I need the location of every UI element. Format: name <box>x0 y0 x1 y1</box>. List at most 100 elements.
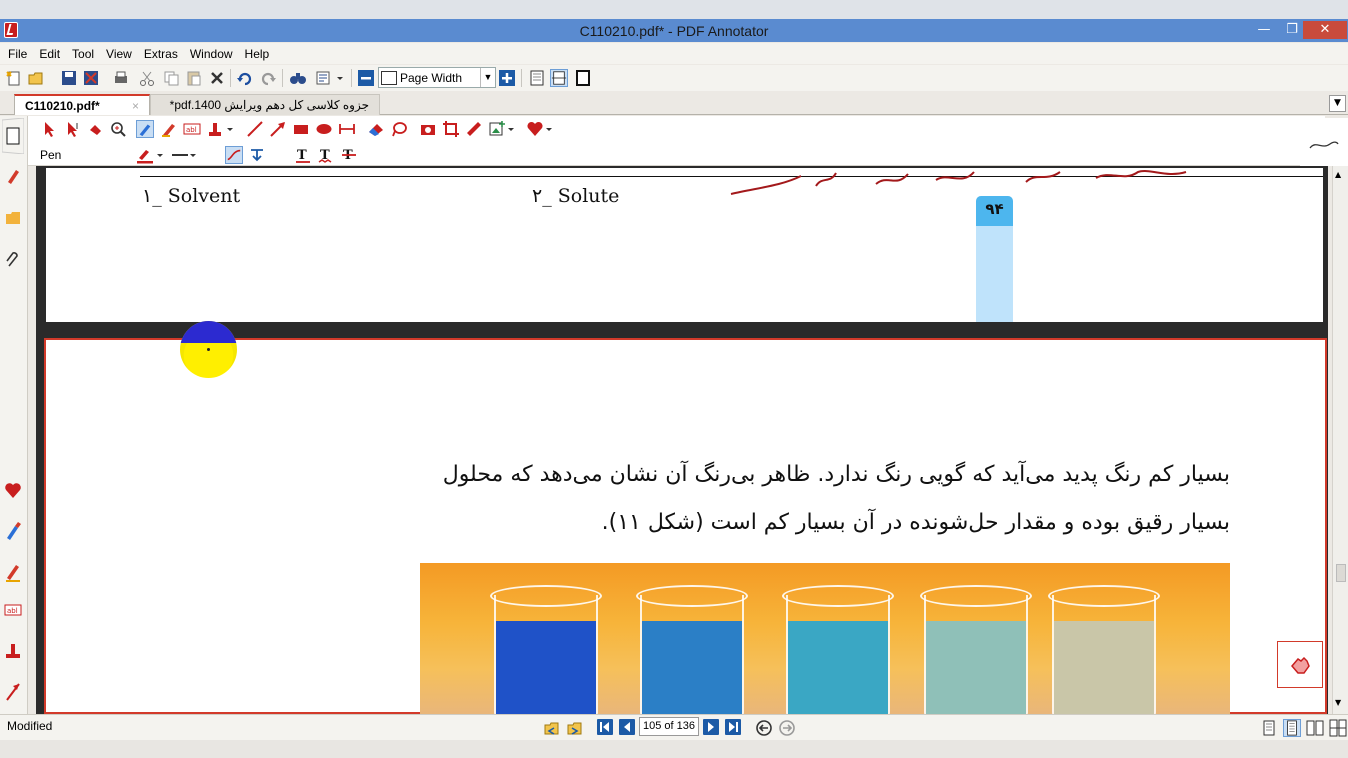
stamp-tool-icon[interactable] <box>206 120 224 138</box>
hand-tool-icon[interactable] <box>86 120 104 138</box>
ruler-tool-icon[interactable] <box>465 120 483 138</box>
menu-tool[interactable]: Tool <box>72 47 94 61</box>
menu-view[interactable]: View <box>106 47 132 61</box>
pen-tool-icon[interactable] <box>136 120 154 138</box>
facing-layout-icon[interactable] <box>1306 719 1324 737</box>
tab-list-dropdown[interactable]: ▼ <box>1329 95 1346 112</box>
forward-icon[interactable] <box>778 719 796 737</box>
stamp-dropdown-arrow-icon[interactable] <box>225 120 235 138</box>
scrollbar-thumb[interactable] <box>1336 564 1346 582</box>
maximize-button[interactable]: ❐ <box>1279 21 1305 39</box>
zoom-in-icon[interactable] <box>498 69 516 87</box>
layout-dropdown-arrow-icon[interactable] <box>335 69 345 87</box>
svg-text:abl: abl <box>7 607 18 615</box>
redo-icon[interactable] <box>259 69 277 87</box>
snapshot-camera-icon[interactable] <box>419 120 437 138</box>
pen-icon[interactable] <box>2 552 24 588</box>
zoom-select[interactable]: Page Width ▼ <box>378 67 496 88</box>
page-layout-icon[interactable] <box>314 69 332 87</box>
delete-icon[interactable] <box>208 69 226 87</box>
rectangle-tool-icon[interactable] <box>292 120 310 138</box>
image-dropdown-arrow-icon[interactable] <box>506 120 516 138</box>
line-width-icon[interactable] <box>171 146 189 164</box>
scroll-up-arrow-icon[interactable]: ▲ <box>1335 170 1341 179</box>
beaker-2 <box>636 585 748 714</box>
width-dropdown-arrow-icon[interactable] <box>188 146 198 164</box>
minimize-button[interactable]: — <box>1251 21 1277 39</box>
scroll-down-arrow-icon[interactable]: ▼ <box>1335 698 1341 707</box>
hand-tool-button[interactable] <box>1277 641 1323 688</box>
single-page-view-icon[interactable] <box>528 69 546 87</box>
favorite-heart-icon[interactable] <box>526 120 544 138</box>
attachment-clip-icon[interactable] <box>2 242 24 278</box>
vertical-scrollbar[interactable]: ▲ ▼ <box>1332 166 1348 714</box>
arrow-annotation-icon[interactable] <box>2 672 24 708</box>
bookmark-pen-icon[interactable] <box>2 158 24 194</box>
lasso-tool-icon[interactable] <box>390 120 408 138</box>
text-box-tool-icon[interactable]: abl <box>183 120 201 138</box>
menu-extras[interactable]: Extras <box>144 47 178 61</box>
zoom-tool-icon[interactable] <box>109 120 127 138</box>
print-icon[interactable] <box>112 69 130 87</box>
save-icon[interactable] <box>60 69 78 87</box>
menu-edit[interactable]: Edit <box>39 47 60 61</box>
continuous-layout-icon[interactable] <box>1283 719 1301 737</box>
save-all-icon[interactable] <box>82 69 100 87</box>
page-thumbnail-icon[interactable] <box>2 118 24 154</box>
highlighter-icon[interactable] <box>2 512 24 548</box>
undo-icon[interactable] <box>236 69 254 87</box>
last-page-icon[interactable] <box>725 719 741 735</box>
cut-icon[interactable] <box>138 69 156 87</box>
pressure-stroke-icon[interactable] <box>248 146 266 164</box>
pen-color-icon[interactable] <box>136 146 154 164</box>
text-underline-icon[interactable]: T <box>294 146 312 164</box>
fit-width-view-icon[interactable] <box>550 69 568 87</box>
annotation-toolbar: abl T T T <box>28 116 1325 166</box>
close-button[interactable]: ✕ <box>1303 21 1347 39</box>
favorites-heart-icon[interactable] <box>2 472 24 508</box>
highlighter-tool-icon[interactable] <box>160 120 178 138</box>
eraser-tool-icon[interactable] <box>367 120 385 138</box>
menu-file[interactable]: File <box>8 47 27 61</box>
zoom-out-icon[interactable] <box>357 69 375 87</box>
color-dropdown-arrow-icon[interactable] <box>155 146 165 164</box>
next-document-icon[interactable] <box>566 719 584 737</box>
insert-image-icon[interactable] <box>488 120 506 138</box>
folder-icon[interactable] <box>2 200 24 236</box>
previous-document-icon[interactable] <box>543 719 561 737</box>
text-squiggly-icon[interactable]: T <box>317 146 335 164</box>
main-toolbar <box>0 65 1348 91</box>
tab-c110210[interactable]: C110210.pdf* × <box>14 94 150 115</box>
stamp-icon[interactable] <box>2 632 24 668</box>
arrow-tool-icon[interactable] <box>269 120 287 138</box>
menu-window[interactable]: Window <box>190 47 233 61</box>
open-folder-icon[interactable] <box>27 69 45 87</box>
paste-icon[interactable] <box>185 69 203 87</box>
measure-tool-icon[interactable] <box>338 120 356 138</box>
copy-icon[interactable] <box>162 69 180 87</box>
previous-page-icon[interactable] <box>619 719 635 735</box>
find-binoculars-icon[interactable] <box>289 69 307 87</box>
single-page-layout-icon[interactable] <box>1260 719 1278 737</box>
text-field-icon[interactable]: abl <box>2 592 24 628</box>
new-document-icon[interactable] <box>5 69 23 87</box>
favorites-dropdown-arrow-icon[interactable] <box>544 120 554 138</box>
menu-help[interactable]: Help <box>245 47 270 61</box>
select-text-icon[interactable] <box>63 120 81 138</box>
line-tool-icon[interactable] <box>246 120 264 138</box>
smooth-stroke-icon[interactable] <box>225 146 243 164</box>
crop-tool-icon[interactable] <box>442 120 460 138</box>
continuous-facing-layout-icon[interactable] <box>1329 719 1347 737</box>
first-page-icon[interactable] <box>597 719 613 735</box>
tab-close-icon[interactable]: × <box>132 96 139 116</box>
page-number-input[interactable]: 105 of 136 <box>639 717 699 736</box>
pdf-page-previous[interactable]: ۱_ Solvent ۲_ Solute <box>46 168 1323 322</box>
full-page-view-icon[interactable] <box>574 69 592 87</box>
text-strikeout-icon[interactable]: T <box>340 146 358 164</box>
back-icon[interactable] <box>755 719 773 737</box>
tab-jozve[interactable]: جزوه کلاسی کل دهم ویرایش 1400.pdf* <box>150 94 380 115</box>
next-page-icon[interactable] <box>703 719 719 735</box>
ellipse-tool-icon[interactable] <box>315 120 333 138</box>
select-arrow-icon[interactable] <box>40 120 58 138</box>
close-icon: ✕ <box>1319 22 1331 37</box>
